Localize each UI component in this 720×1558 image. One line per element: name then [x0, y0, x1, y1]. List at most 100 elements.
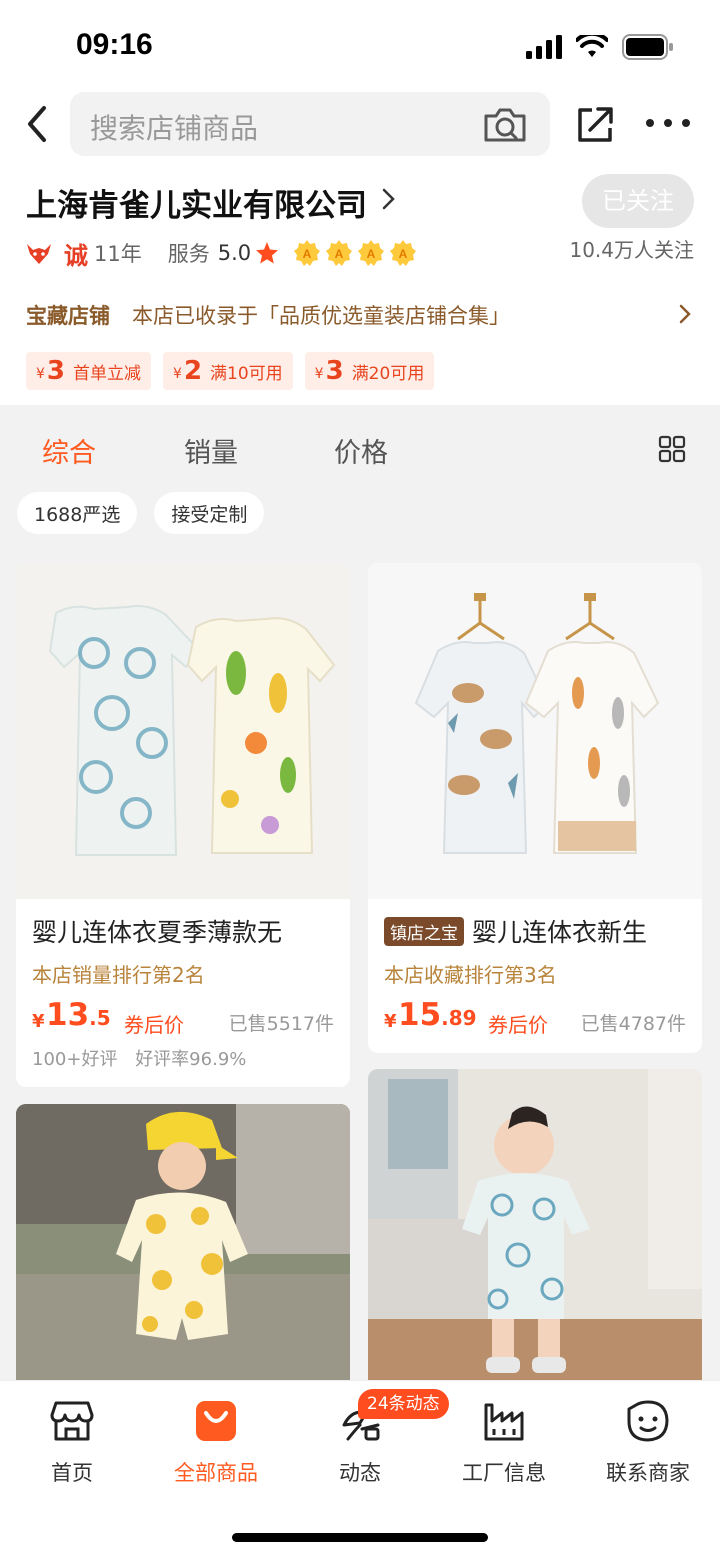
- level-badge-letter: A: [303, 247, 312, 261]
- coupon[interactable]: ¥ 2 满10可用: [163, 352, 293, 390]
- shop-header: 上海肯雀儿实业有限公司 已关注 10.4万人关注 诚 11年 服务 5.0 A …: [0, 160, 720, 405]
- price-row: ¥ 15.89 券后价 已售4787件: [384, 997, 686, 1037]
- sold-count: 已售5517件: [228, 1013, 334, 1035]
- tab-price[interactable]: 价格: [334, 431, 388, 470]
- filter-chip-1688-select[interactable]: 1688严选: [17, 492, 138, 534]
- review-info: 100+好评 好评率96.9%: [32, 1045, 246, 1071]
- nav-label: 工厂信息: [462, 1461, 546, 1485]
- level-badge-icon: A: [326, 240, 353, 266]
- price-value: 13.5: [46, 997, 111, 1033]
- coupon-amount: 3: [46, 356, 66, 386]
- product-image: [16, 563, 350, 899]
- product-card[interactable]: [368, 1069, 702, 1394]
- filter-row: 1688严选 接受定制: [17, 492, 265, 534]
- level-badge-letter: A: [335, 247, 344, 261]
- price-row: ¥ 13.5 券后价 已售5517件: [32, 997, 334, 1037]
- tab-sales[interactable]: 销量: [184, 431, 238, 470]
- sort-bar: 综合 销量 价格: [0, 405, 720, 495]
- updates-badge: 24条动态: [358, 1389, 449, 1419]
- nav-label: 动态: [339, 1461, 381, 1485]
- sold-count: 已售4787件: [580, 1013, 686, 1035]
- nav-home[interactable]: 首页: [0, 1399, 144, 1487]
- follower-count: 10.4万人关注: [569, 238, 694, 262]
- coupon-amount: 3: [325, 356, 344, 386]
- coupon-condition: 首单立减: [73, 363, 142, 384]
- nav-label: 联系商家: [606, 1461, 690, 1485]
- star-icon: [256, 242, 279, 264]
- cheng-label: 诚: [64, 241, 88, 270]
- coupon-condition: 满10可用: [210, 363, 283, 384]
- share-icon[interactable]: [574, 104, 616, 146]
- store-icon: [50, 1401, 94, 1441]
- product-card[interactable]: [16, 1104, 350, 1394]
- treasure-badge: 镇店之宝: [384, 916, 464, 946]
- grid-view-icon[interactable]: [658, 435, 686, 463]
- shopping-bag-icon: [196, 1401, 236, 1441]
- coupon-yen: ¥: [314, 366, 324, 382]
- search-input[interactable]: 搜索店铺商品: [70, 92, 550, 156]
- price-tag: 券后价: [124, 1013, 184, 1037]
- nav-label: 全部商品: [174, 1461, 258, 1485]
- treasure-shop-row[interactable]: 宝藏店铺 本店已收录于「品质优选童装店铺合集」: [26, 298, 696, 332]
- treasure-label: 宝藏店铺: [26, 304, 110, 328]
- nav-factory-info[interactable]: 工厂信息: [432, 1399, 576, 1487]
- nav-all-products[interactable]: 全部商品: [144, 1399, 288, 1487]
- product-rank: 本店收藏排行第3名: [384, 963, 557, 987]
- product-rank: 本店销量排行第2名: [32, 963, 205, 987]
- home-indicator: [232, 1533, 488, 1542]
- coupon[interactable]: ¥ 3 满20可用: [304, 352, 435, 390]
- review-count: 100+好评: [32, 1049, 118, 1070]
- chevron-right-icon[interactable]: [380, 186, 398, 212]
- search-placeholder: 搜索店铺商品: [90, 112, 259, 145]
- follow-button[interactable]: 已关注: [582, 174, 694, 228]
- level-badge-letter: A: [367, 247, 376, 261]
- more-icon[interactable]: [644, 108, 692, 138]
- product-image: [368, 1069, 702, 1394]
- nav-contact-seller[interactable]: 联系商家: [576, 1399, 720, 1487]
- price-currency: ¥: [32, 1011, 45, 1032]
- coupon-row: ¥ 3 首单立减 ¥ 2 满10可用 ¥ 3 满20可用: [26, 352, 435, 390]
- product-card[interactable]: 婴儿连体衣夏季薄款无 本店销量排行第2名 ¥ 13.5 券后价 已售5517件 …: [16, 563, 350, 1087]
- coupon-condition: 满20可用: [351, 363, 425, 384]
- search-row: 搜索店铺商品: [0, 90, 720, 160]
- status-icons: [526, 34, 674, 60]
- camera-icon[interactable]: [482, 104, 528, 144]
- bull-logo-icon: [27, 244, 51, 264]
- level-badge-icon: A: [294, 240, 321, 266]
- positive-rate: 好评率96.9%: [135, 1049, 247, 1070]
- tab-comprehensive[interactable]: 综合: [42, 431, 96, 470]
- filter-chip-customizable[interactable]: 接受定制: [154, 492, 265, 534]
- chevron-right-icon: [679, 304, 691, 324]
- service-label: 服务: [167, 242, 210, 266]
- price-integer: 15: [398, 997, 442, 1033]
- status-time: 09:16: [76, 28, 153, 61]
- treasure-description: 本店已收录于「品质优选童装店铺合集」: [132, 304, 510, 328]
- shop-name[interactable]: 上海肯雀儿实业有限公司: [26, 180, 367, 225]
- shop-credentials: 诚 11年 服务 5.0 A A A A: [26, 236, 421, 270]
- price-decimal: .89: [441, 1006, 477, 1030]
- level-badge-icon: A: [358, 240, 385, 266]
- product-image: [368, 563, 702, 899]
- status-bar: 09:16: [0, 0, 720, 90]
- coupon[interactable]: ¥ 3 首单立减: [26, 352, 152, 390]
- product-title: 镇店之宝 婴儿连体衣新生: [384, 913, 647, 949]
- product-title: 婴儿连体衣夏季薄款无: [32, 918, 283, 947]
- product-card[interactable]: 镇店之宝 婴儿连体衣新生 本店收藏排行第3名 ¥ 15.89 券后价 已售478…: [368, 563, 702, 1053]
- level-badge-letter: A: [399, 247, 408, 261]
- price-currency: ¥: [384, 1011, 397, 1032]
- price-integer: 13: [46, 997, 90, 1033]
- product-title-text: 婴儿连体衣新生: [472, 918, 648, 947]
- nav-label: 首页: [51, 1461, 93, 1485]
- wifi-icon: [576, 35, 608, 57]
- price-value: 15.89: [398, 997, 477, 1033]
- price-decimal: .5: [89, 1006, 111, 1030]
- chat-face-icon: [627, 1400, 669, 1442]
- coupon-amount: 2: [183, 356, 203, 386]
- back-icon[interactable]: [20, 104, 56, 144]
- factory-icon: [484, 1403, 524, 1441]
- coupon-yen: ¥: [173, 366, 182, 382]
- product-image: [16, 1104, 350, 1394]
- service-score: 5.0: [217, 241, 252, 265]
- price-tag: 券后价: [488, 1013, 548, 1037]
- shop-years: 11年: [94, 242, 142, 266]
